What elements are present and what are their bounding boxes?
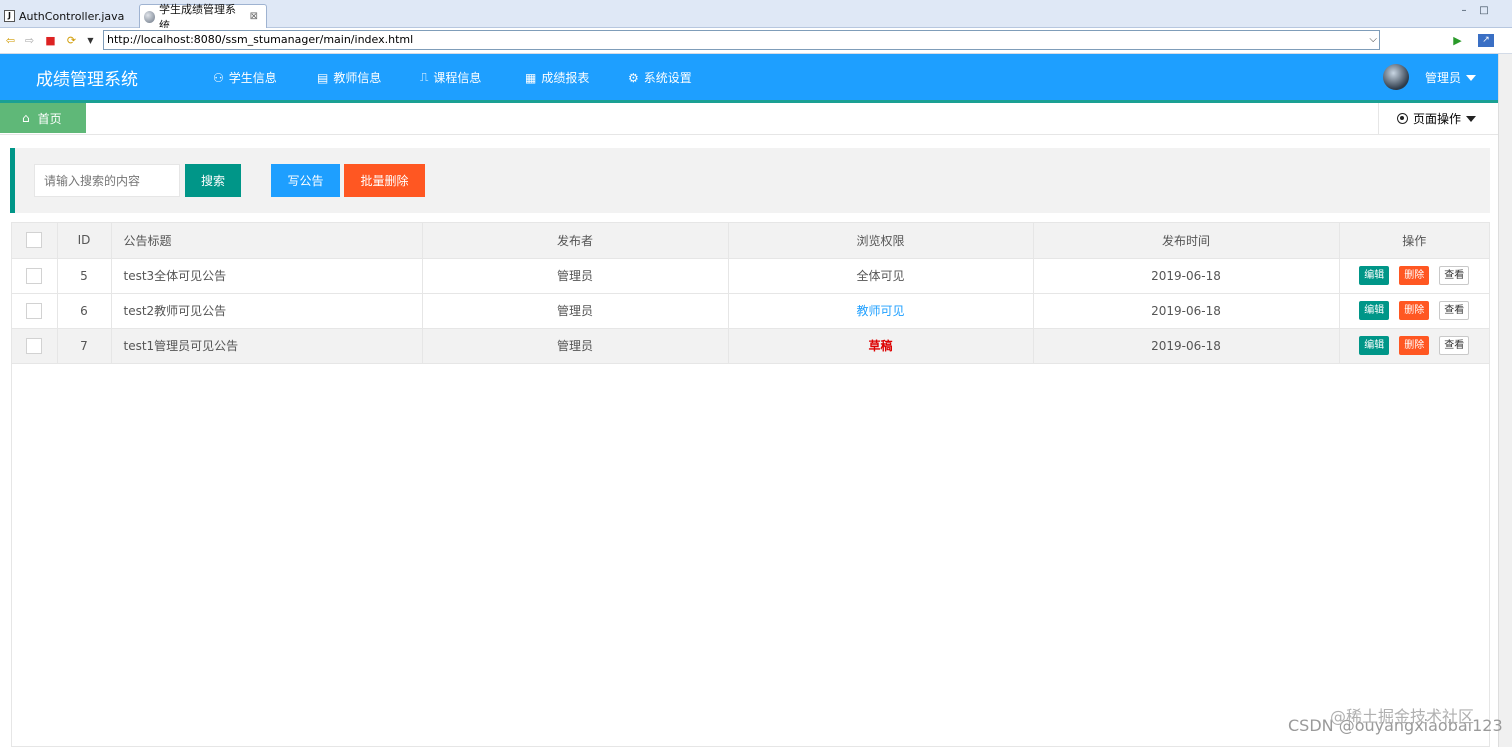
tab-browser[interactable]: 学生成绩管理系统 ⊠: [139, 3, 267, 32]
edit-button[interactable]: 编辑: [1359, 266, 1390, 285]
refresh-icon[interactable]: ⟳: [65, 34, 78, 47]
caret-down-icon: [1466, 115, 1477, 122]
select-all-checkbox[interactable]: [26, 232, 43, 249]
url-text: http://localhost:8080/ssm_stumanager/mai…: [107, 33, 414, 46]
maximize-icon[interactable]: □: [1478, 6, 1490, 18]
row-checkbox[interactable]: [26, 302, 43, 319]
minimize-icon[interactable]: –: [1458, 6, 1470, 18]
cell-id: 5: [57, 258, 112, 294]
chevron-down-icon[interactable]: ▼: [84, 34, 97, 47]
nav-label: 课程信息: [433, 71, 482, 85]
users-icon: ⚇: [213, 70, 224, 85]
search-button[interactable]: 搜索: [185, 164, 241, 197]
nav-label: 学生信息: [228, 71, 277, 85]
page-tab-bar: ⌂ 首页 页面操作: [0, 103, 1498, 135]
search-input[interactable]: [34, 164, 180, 197]
table-header-row: ID 公告标题 发布者 浏览权限 发布时间 操作: [12, 223, 1489, 259]
cell-time: 2019-06-18: [1033, 328, 1340, 364]
nav-label: 教师信息: [333, 71, 382, 85]
document-icon: ▤: [317, 70, 329, 85]
cell-permission: 草稿: [728, 328, 1034, 364]
view-button[interactable]: 查看: [1439, 336, 1470, 355]
cell-publisher: 管理员: [422, 293, 729, 329]
close-icon[interactable]: ⊠: [250, 11, 258, 22]
batch-delete-button[interactable]: 批量删除: [344, 164, 425, 197]
delete-button[interactable]: 删除: [1399, 266, 1430, 285]
target-icon: [1397, 113, 1408, 124]
back-icon[interactable]: ⇦: [4, 34, 17, 47]
chevron-down-icon[interactable]: ⌵: [1369, 31, 1377, 49]
nav-system-settings[interactable]: ⚙ 系统设置: [628, 69, 692, 86]
nav-label: 系统设置: [643, 71, 692, 85]
cell-time: 2019-06-18: [1033, 293, 1340, 329]
nav-label: 成绩报表: [541, 71, 590, 85]
row-checkbox[interactable]: [26, 267, 43, 284]
cell-permission: 全体可见: [728, 258, 1034, 294]
cell-title: test2教师可见公告: [111, 293, 423, 329]
table-icon: ▦: [525, 70, 537, 85]
write-notice-button[interactable]: 写公告: [271, 164, 340, 197]
cell-title: test3全体可见公告: [111, 258, 423, 294]
scrollbar-gutter[interactable]: [1498, 54, 1512, 747]
page-operations-menu[interactable]: 页面操作: [1378, 103, 1498, 134]
cell-actions: 编辑 删除 查看: [1339, 258, 1489, 294]
gear-icon: ⚙: [628, 70, 639, 85]
go-icon[interactable]: ▶: [1451, 34, 1464, 47]
cell-publisher: 管理员: [422, 258, 729, 294]
view-button[interactable]: 查看: [1439, 266, 1470, 285]
cell-time: 2019-06-18: [1033, 258, 1340, 294]
cell-id: 7: [57, 328, 112, 364]
delete-button[interactable]: 删除: [1399, 301, 1430, 320]
cell-actions: 编辑 删除 查看: [1339, 328, 1489, 364]
browser-toolbar: ⇦ ⇨ ■ ⟳ ▼ http://localhost:8080/ssm_stum…: [0, 28, 1512, 54]
app-logo[interactable]: 成绩管理系统: [36, 65, 138, 90]
edit-button[interactable]: 编辑: [1359, 301, 1390, 320]
caret-down-icon: [1466, 74, 1477, 81]
column-id[interactable]: ID: [57, 223, 112, 259]
user-menu[interactable]: 管理员: [1425, 69, 1477, 86]
column-permission[interactable]: 浏览权限: [728, 223, 1034, 259]
url-field[interactable]: http://localhost:8080/ssm_stumanager/mai…: [103, 30, 1380, 50]
column-publisher[interactable]: 发布者: [422, 223, 729, 259]
nav-course-info[interactable]: ⎍ 课程信息: [420, 69, 481, 86]
open-external-icon[interactable]: ↗: [1478, 34, 1494, 47]
table-row: 5 test3全体可见公告 管理员 全体可见 2019-06-18 编辑 删除 查看: [12, 258, 1489, 294]
cell-permission: 教师可见: [728, 293, 1034, 329]
search-toolbar: 搜索 写公告 批量删除: [10, 148, 1490, 213]
stop-icon[interactable]: ■: [44, 34, 57, 47]
row-checkbox[interactable]: [26, 337, 43, 354]
tab-home[interactable]: ⌂ 首页: [0, 103, 86, 133]
delete-button[interactable]: 删除: [1399, 336, 1430, 355]
view-button[interactable]: 查看: [1439, 301, 1470, 320]
nav-grade-report[interactable]: ▦ 成绩报表: [525, 69, 589, 86]
nav-student-info[interactable]: ⚇ 学生信息: [213, 69, 277, 86]
editor-tab-strip: J AuthController.java 学生成绩管理系统 ⊠ – □: [0, 0, 1512, 32]
forward-icon[interactable]: ⇨: [23, 34, 36, 47]
avatar[interactable]: [1383, 64, 1409, 90]
user-name: 管理员: [1425, 71, 1462, 85]
column-actions: 操作: [1339, 223, 1489, 259]
nav-teacher-info[interactable]: ▤ 教师信息: [317, 69, 381, 86]
column-title[interactable]: 公告标题: [111, 223, 423, 259]
cell-actions: 编辑 删除 查看: [1339, 293, 1489, 329]
home-icon: ⌂: [22, 111, 30, 125]
cell-id: 6: [57, 293, 112, 329]
edit-button[interactable]: 编辑: [1359, 336, 1390, 355]
tab-auth-controller[interactable]: J AuthController.java: [0, 4, 138, 28]
notice-table: ID 公告标题 发布者 浏览权限 发布时间 操作 5 test3全体可见公告 管…: [11, 222, 1490, 747]
cell-title: test1管理员可见公告: [111, 328, 423, 364]
tab-home-label: 首页: [37, 111, 62, 126]
column-time[interactable]: 发布时间: [1033, 223, 1340, 259]
globe-icon: [144, 10, 155, 23]
app-header: 成绩管理系统 ⚇ 学生信息 ▤ 教师信息 ⎍ 课程信息 ▦ 成绩报表 ⚙ 系统设…: [0, 54, 1498, 100]
tab-label: AuthController.java: [19, 9, 125, 23]
java-file-icon: J: [4, 10, 15, 22]
table-row: 7 test1管理员可见公告 管理员 草稿 2019-06-18 编辑 删除 查看: [12, 328, 1489, 364]
book-icon: ⎍: [420, 70, 429, 84]
table-row: 6 test2教师可见公告 管理员 教师可见 2019-06-18 编辑 删除 查看: [12, 293, 1489, 329]
watermark-juejin: @稀土掘金技术社区: [1330, 707, 1475, 726]
page-operations-label: 页面操作: [1413, 112, 1462, 126]
cell-publisher: 管理员: [422, 328, 729, 364]
